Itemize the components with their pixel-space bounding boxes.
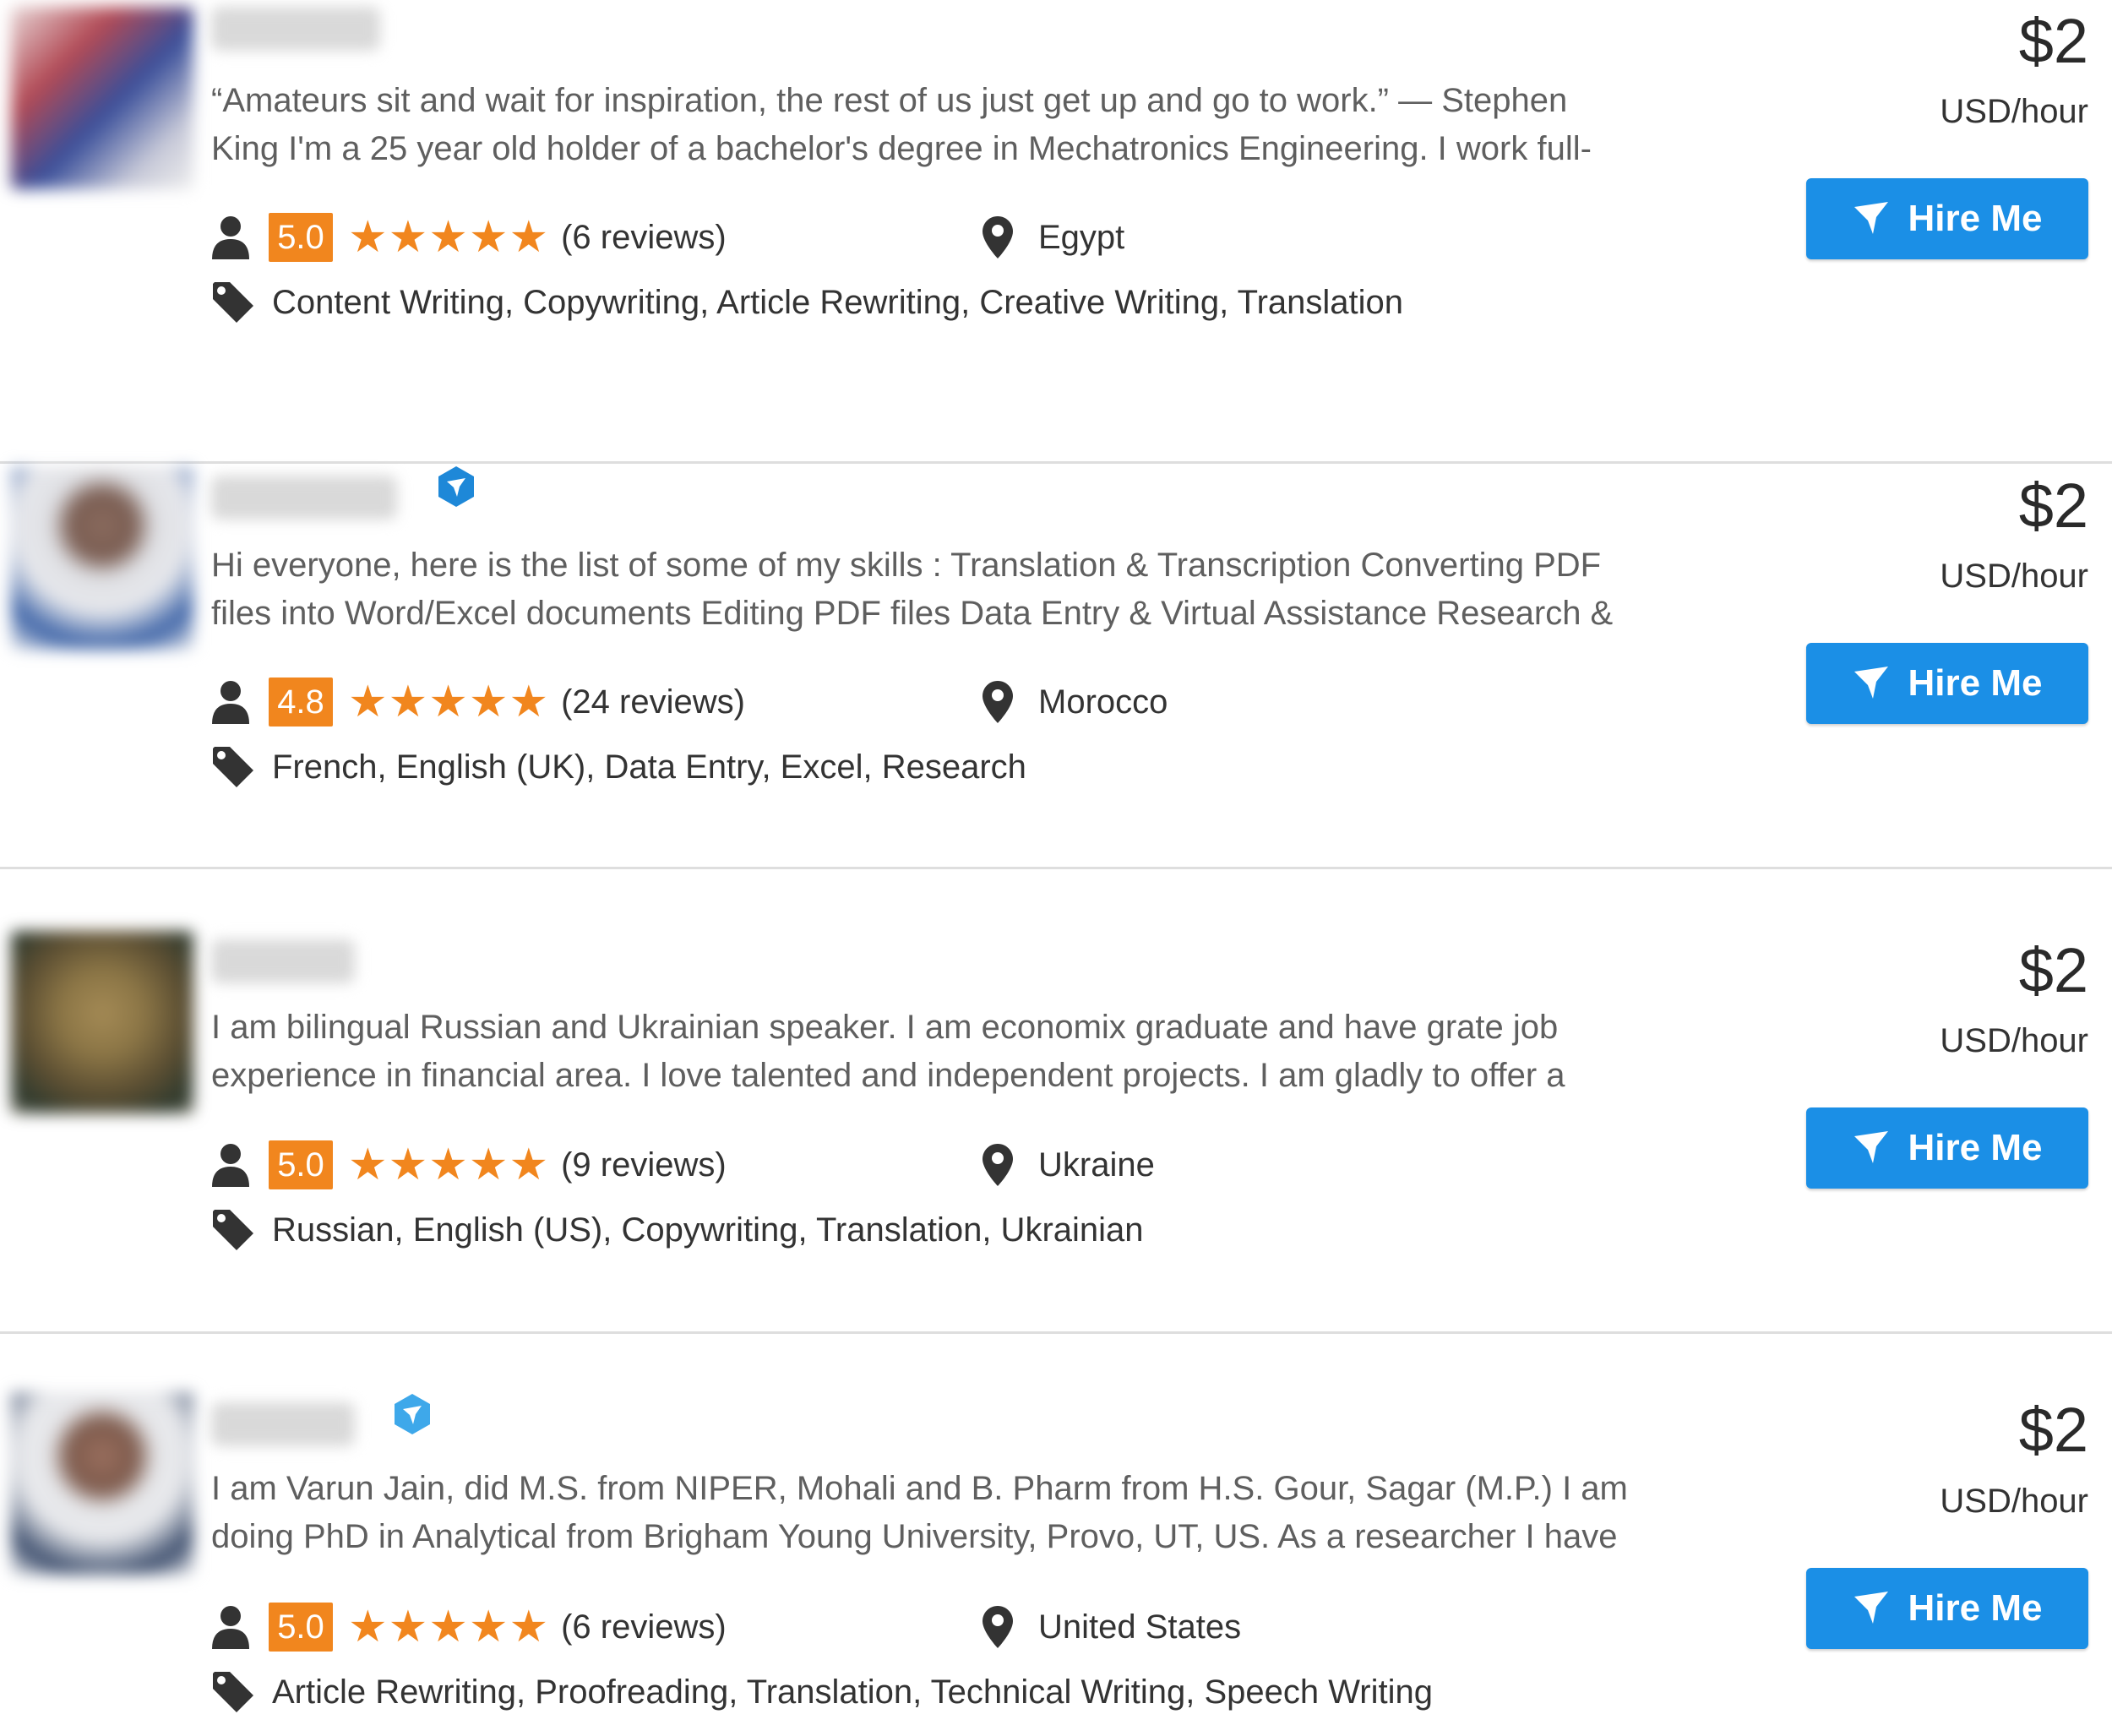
hire-me-label: Hire Me xyxy=(1908,1587,2043,1629)
tag-icon xyxy=(213,1210,253,1250)
reviews-link[interactable]: (6 reviews) xyxy=(561,1608,727,1646)
country: Ukraine xyxy=(1038,1146,1155,1184)
country: United States xyxy=(1038,1608,1242,1646)
freelancer-card: I am Varun Jain, did M.S. from NIPER, Mo… xyxy=(0,1335,2112,1736)
hourly-rate: $2 xyxy=(2018,1395,2088,1465)
avatar[interactable] xyxy=(11,931,193,1113)
hourly-rate: $2 xyxy=(2018,471,2088,541)
description-line: “Amateurs sit and wait for inspiration, … xyxy=(211,82,1568,119)
rate-unit: USD/hour xyxy=(1940,93,2088,130)
rate-unit: USD/hour xyxy=(1940,558,2088,595)
skills-row: Article Rewriting, Proofreading, Transla… xyxy=(211,1667,1433,1717)
description-line: Hi everyone, here is the list of some of… xyxy=(211,547,1602,584)
skills-list[interactable]: Russian, English (US), Copywriting, Tran… xyxy=(272,1211,1144,1249)
location-pin-icon xyxy=(983,1144,1013,1186)
hire-bird-icon xyxy=(1853,202,1888,234)
user-icon xyxy=(212,216,249,259)
user-icon xyxy=(212,1606,249,1649)
description-line: experience in financial area. I love tal… xyxy=(211,1057,1565,1094)
rating-row: 5.0 ★★★★★ (9 reviews) xyxy=(211,1138,727,1192)
skills-list[interactable]: French, English (UK), Data Entry, Excel,… xyxy=(272,748,1026,786)
avatar[interactable] xyxy=(11,1392,193,1575)
location-pin-icon xyxy=(983,1606,1013,1648)
rating-row: 4.8 ★★★★★ (24 reviews) xyxy=(211,675,745,729)
avatar[interactable] xyxy=(11,7,193,189)
description-line: I am bilingual Russian and Ukrainian spe… xyxy=(211,1009,1559,1046)
hire-me-label: Hire Me xyxy=(1908,662,2043,704)
hire-me-button[interactable]: Hire Me xyxy=(1806,1107,2088,1189)
location: Morocco xyxy=(983,675,1168,729)
location-pin-icon xyxy=(983,216,1013,258)
reviews-link[interactable]: (9 reviews) xyxy=(561,1146,727,1184)
rating-badge: 5.0 xyxy=(269,213,333,262)
hourly-rate: $2 xyxy=(2018,6,2088,76)
description: I am Varun Jain, did M.S. from NIPER, Mo… xyxy=(211,1465,1673,1561)
freelancer-name-blurred[interactable] xyxy=(211,476,397,520)
avatar[interactable] xyxy=(11,467,193,650)
hire-bird-icon xyxy=(1853,1592,1888,1624)
user-icon xyxy=(212,681,249,724)
freelancer-card: Hi everyone, here is the list of some of… xyxy=(0,405,2112,869)
hire-me-label: Hire Me xyxy=(1908,198,2043,239)
location: Ukraine xyxy=(983,1138,1155,1192)
description-line: doing PhD in Analytical from Brigham You… xyxy=(211,1518,1618,1555)
rating-badge: 5.0 xyxy=(269,1140,333,1189)
rate-unit: USD/hour xyxy=(1940,1022,2088,1059)
rating-badge: 5.0 xyxy=(269,1603,333,1652)
skills-row: French, English (UK), Data Entry, Excel,… xyxy=(211,742,1026,792)
skills-row: Content Writing, Copywriting, Article Re… xyxy=(211,277,1403,328)
freelancer-name-blurred[interactable] xyxy=(211,7,380,51)
hire-me-label: Hire Me xyxy=(1908,1127,2043,1168)
star-rating: ★★★★★ xyxy=(348,1603,550,1652)
description: Hi everyone, here is the list of some of… xyxy=(211,541,1673,638)
location-pin-icon xyxy=(983,681,1013,723)
verified-badge-icon xyxy=(438,466,474,507)
location: United States xyxy=(983,1600,1241,1654)
freelancer-card: I am bilingual Russian and Ukrainian spe… xyxy=(0,870,2112,1334)
hire-bird-icon xyxy=(1853,667,1888,699)
skills-row: Russian, English (US), Copywriting, Tran… xyxy=(211,1205,1144,1255)
freelancer-name-blurred[interactable] xyxy=(211,939,355,983)
star-rating: ★★★★★ xyxy=(348,678,550,727)
country: Morocco xyxy=(1038,683,1168,721)
hourly-rate: $2 xyxy=(2018,935,2088,1005)
description-line: I am Varun Jain, did M.S. from NIPER, Mo… xyxy=(211,1470,1628,1507)
freelancer-name-blurred[interactable] xyxy=(211,1402,355,1446)
skills-list[interactable]: Article Rewriting, Proofreading, Transla… xyxy=(272,1673,1433,1712)
verified-badge-icon xyxy=(395,1394,430,1434)
hire-bird-icon xyxy=(1853,1131,1888,1163)
star-rating: ★★★★★ xyxy=(348,1140,550,1189)
hire-me-button[interactable]: Hire Me xyxy=(1806,178,2088,259)
tag-icon xyxy=(213,1672,253,1712)
country: Egypt xyxy=(1038,218,1125,256)
reviews-link[interactable]: (6 reviews) xyxy=(561,219,727,257)
hire-me-button[interactable]: Hire Me xyxy=(1806,1568,2088,1649)
rating-row: 5.0 ★★★★★ (6 reviews) xyxy=(211,1600,727,1654)
reviews-link[interactable]: (24 reviews) xyxy=(561,683,745,721)
rate-unit: USD/hour xyxy=(1940,1483,2088,1520)
rating-row: 5.0 ★★★★★ (6 reviews) xyxy=(211,210,727,264)
star-rating: ★★★★★ xyxy=(348,213,550,262)
skills-list[interactable]: Content Writing, Copywriting, Article Re… xyxy=(272,284,1403,322)
description: “Amateurs sit and wait for inspiration, … xyxy=(211,77,1673,173)
hire-me-button[interactable]: Hire Me xyxy=(1806,643,2088,724)
tag-icon xyxy=(213,282,253,323)
description-line: files into Word/Excel documents Editing … xyxy=(211,595,1614,632)
description-line: King I'm a 25 year old holder of a bache… xyxy=(211,130,1592,167)
user-icon xyxy=(212,1144,249,1187)
tag-icon xyxy=(213,747,253,787)
location: Egypt xyxy=(983,210,1124,264)
freelancer-card: “Amateurs sit and wait for inspiration, … xyxy=(0,0,2112,464)
description: I am bilingual Russian and Ukrainian spe… xyxy=(211,1004,1673,1100)
rating-badge: 4.8 xyxy=(269,678,333,727)
